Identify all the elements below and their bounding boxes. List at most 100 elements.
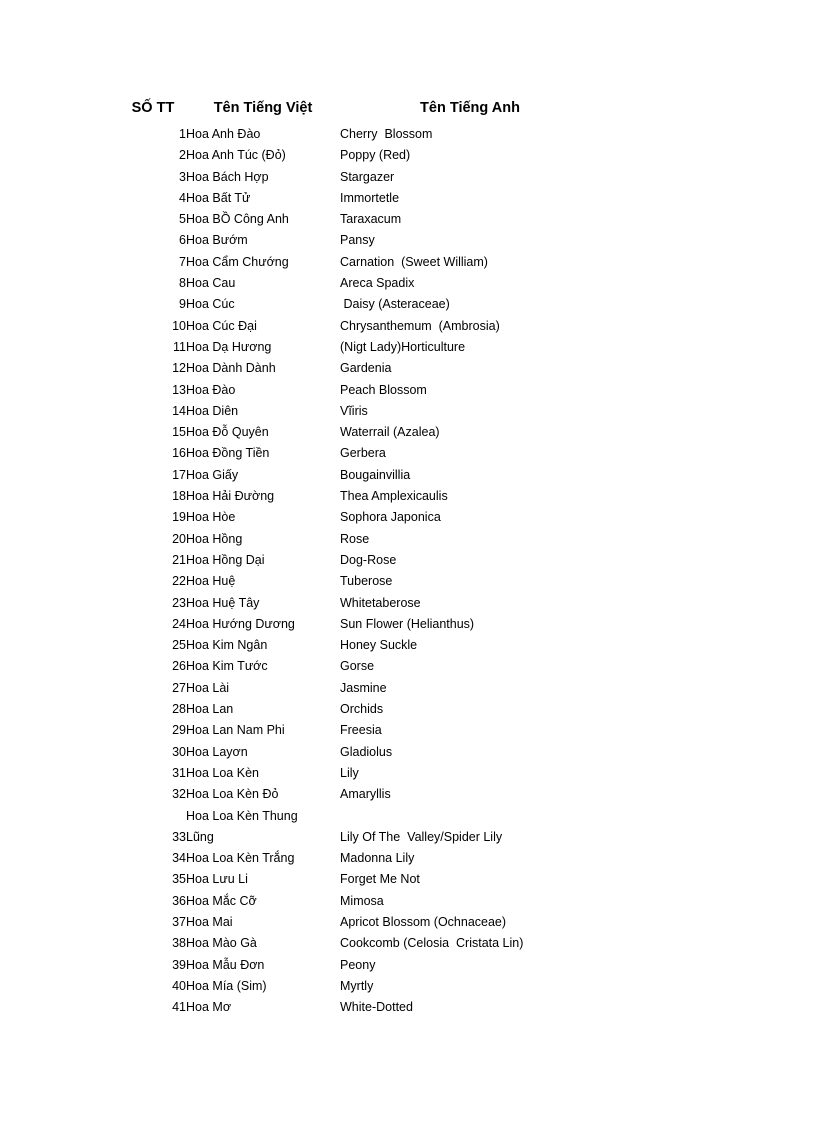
vietnamese-name-cell: Hoa Hồng	[186, 531, 243, 546]
english-name-cell: Immortetle	[340, 190, 400, 205]
table-row: 30 Hoa Layơn Gladiolus	[120, 742, 600, 763]
row-index-cell: 38	[172, 936, 186, 951]
vietnamese-name-cell: Hoa Kim Tước	[186, 659, 268, 674]
vietnamese-name-cell: Hoa Đào	[186, 382, 236, 397]
vietnamese-name-cell: Hoa Lan	[186, 702, 234, 717]
row-index-cell: 3	[179, 169, 186, 184]
table-row: 34 Hoa Loa Kèn Trắng Madonna Lily	[120, 848, 600, 869]
english-name-cell: Madonna Lily	[340, 851, 415, 866]
vietnamese-name-cell: Hoa Mía (Sim)	[186, 978, 267, 993]
row-index-cell: 2	[179, 148, 186, 163]
row-index-cell: 16	[172, 446, 186, 461]
english-name-cell: Tuberose	[340, 574, 393, 589]
english-name-cell: Cookcomb (Celosia Cristata Lin)	[340, 936, 524, 951]
table-row: 10 Hoa Cúc Đại Chrysanthemum (Ambrosia)	[120, 316, 600, 337]
row-index-cell: 14	[172, 403, 186, 418]
row-index-cell: 15	[172, 425, 186, 440]
table-row: 11 Hoa Dạ Hương (Nigt Lady)Horticulture	[120, 337, 600, 358]
english-name-cell: Sun Flower (Helianthus)	[340, 616, 475, 631]
row-index-cell: 12	[172, 361, 186, 376]
row-index-cell: 39	[172, 957, 186, 972]
table-row: 24 Hoa Hướng Dương Sun Flower (Helianthus)	[120, 614, 600, 635]
column-header-vietnamese-name: Tên Tiếng Việt	[213, 100, 313, 116]
english-name-cell: Thea Amplexicaulis	[340, 489, 448, 504]
vietnamese-name-cell: Hoa Layơn	[186, 744, 248, 759]
table-row: 33 Hoa Loa Kèn Thung Lũng Lily Of The Vall…	[120, 806, 600, 849]
vietnamese-name-cell: Hoa Lan Nam Phi	[186, 723, 285, 738]
english-name-cell: Peach Blossom	[340, 382, 427, 397]
table-row: 29 Hoa Lan Nam Phi Freesia	[120, 720, 600, 741]
english-name-cell: Gerbera	[340, 446, 386, 461]
row-index-cell: 1	[179, 127, 186, 141]
vietnamese-name-cell: Hoa Loa Kèn Trắng	[186, 851, 295, 866]
vietnamese-name-cell: Hoa Bướm	[186, 233, 248, 248]
row-index-cell: 35	[172, 872, 186, 887]
row-index-cell: 29	[172, 723, 186, 738]
english-name-cell: Gorse	[340, 659, 375, 674]
english-name-cell: Carnation (Sweet William)	[340, 254, 488, 269]
row-index-cell: 18	[172, 489, 186, 504]
table-row: 26 Hoa Kim Tước Gorse	[120, 656, 600, 677]
row-index-cell: 34	[172, 851, 186, 866]
english-name-cell: Cherry Blossom	[340, 127, 433, 141]
flower-names-table: SỐ TT Tên Tiếng Việt Tên Tiếng Anh 1 Hoa …	[120, 100, 600, 1018]
english-name-cell: Lily	[340, 765, 359, 780]
row-index-cell: 36	[172, 893, 186, 908]
vietnamese-name-cell: Hoa Cau	[186, 276, 236, 291]
vietnamese-name-cell: Hoa Dạ Hương	[186, 339, 272, 354]
vietnamese-name-cell: Hoa Diên	[186, 403, 239, 418]
vietnamese-name-cell: Hoa Lài	[186, 680, 230, 695]
table-row: 21 Hoa Hồng Dại Dog-Rose	[120, 550, 600, 571]
row-index-cell: 30	[172, 744, 186, 759]
row-index-cell: 37	[172, 914, 186, 929]
row-index-cell: 33	[172, 829, 186, 844]
vietnamese-name-cell: Hoa Mẫu Đơn	[186, 957, 265, 972]
english-name-cell: Areca Spadix	[340, 276, 415, 291]
row-index-cell: 21	[172, 552, 186, 567]
english-name-cell: Poppy (Red)	[340, 148, 411, 163]
row-index-cell: 41	[172, 1000, 186, 1015]
vietnamese-name-cell: Hoa Mắc Cỡ	[186, 893, 257, 908]
column-header-index: SỐ TT	[131, 100, 175, 116]
table-row: 32 Hoa Loa Kèn Đỏ Amaryllis	[120, 784, 600, 805]
table-row: 27 Hoa Lài Jasmine	[120, 678, 600, 699]
table-row: 22 Hoa Huệ Tuberose	[120, 571, 600, 592]
vietnamese-name-cell: Hoa Đồng Tiền	[186, 446, 270, 461]
vietnamese-name-cell: Hoa Đỗ Quyên	[186, 425, 269, 440]
english-name-cell: Amaryllis	[340, 787, 391, 802]
vietnamese-name-cell: Hoa Mơ	[186, 1000, 232, 1015]
vietnamese-name-cell: Hoa Anh Đào	[186, 127, 261, 141]
vietnamese-name-cell: Hoa Loa Kèn Thung Lũng	[186, 808, 298, 844]
table-row: 2 Hoa Anh Túc (Đỏ) Poppy (Red)	[120, 145, 600, 166]
table-row: 28 Hoa Lan Orchids	[120, 699, 600, 720]
row-index-cell: 5	[179, 212, 186, 227]
vietnamese-name-cell: Hoa Huệ	[186, 574, 236, 589]
english-name-cell: Myrtly	[340, 978, 374, 993]
row-index-cell: 24	[172, 616, 186, 631]
english-name-cell: Pansy	[340, 233, 375, 248]
vietnamese-name-cell: Hoa Bất Tử	[186, 190, 251, 205]
vietnamese-name-cell: Hoa Giấy	[186, 467, 239, 482]
english-name-cell: Chrysanthemum (Ambrosia)	[340, 318, 500, 333]
table-row: 13 Hoa Đào Peach Blossom	[120, 380, 600, 401]
table-row: 3 Hoa Bách Hợp Stargazer	[120, 167, 600, 188]
english-name-cell: Bougainvillia	[340, 467, 411, 482]
row-index-cell: 4	[179, 190, 186, 205]
vietnamese-name-cell: Hoa Hồng Dại	[186, 552, 265, 567]
vietnamese-name-cell: Hoa Huệ Tây	[186, 595, 260, 610]
english-name-cell: Peony	[340, 957, 376, 972]
document-page: SỐ TT Tên Tiếng Việt Tên Tiếng Anh 1 Hoa …	[0, 0, 816, 1123]
row-index-cell: 19	[172, 510, 186, 525]
row-index-cell: 20	[172, 531, 186, 546]
english-name-cell: Dog-Rose	[340, 552, 397, 567]
table-row: 4 Hoa Bất Tử Immortetle	[120, 188, 600, 209]
table-header: SỐ TT Tên Tiếng Việt Tên Tiếng Anh	[120, 100, 600, 124]
vietnamese-name-cell: Hoa Cẩm Chướng	[186, 254, 289, 269]
english-name-cell: Gladiolus	[340, 744, 393, 759]
english-name-cell: Stargazer	[340, 169, 395, 184]
english-name-cell: Forget Me Not	[340, 872, 420, 887]
table-header-row: SỐ TT Tên Tiếng Việt Tên Tiếng Anh	[120, 100, 600, 124]
row-index-cell: 10	[172, 318, 186, 333]
row-index-cell: 9	[179, 297, 186, 312]
vietnamese-name-cell: Hoa Mào Gà	[186, 936, 257, 951]
